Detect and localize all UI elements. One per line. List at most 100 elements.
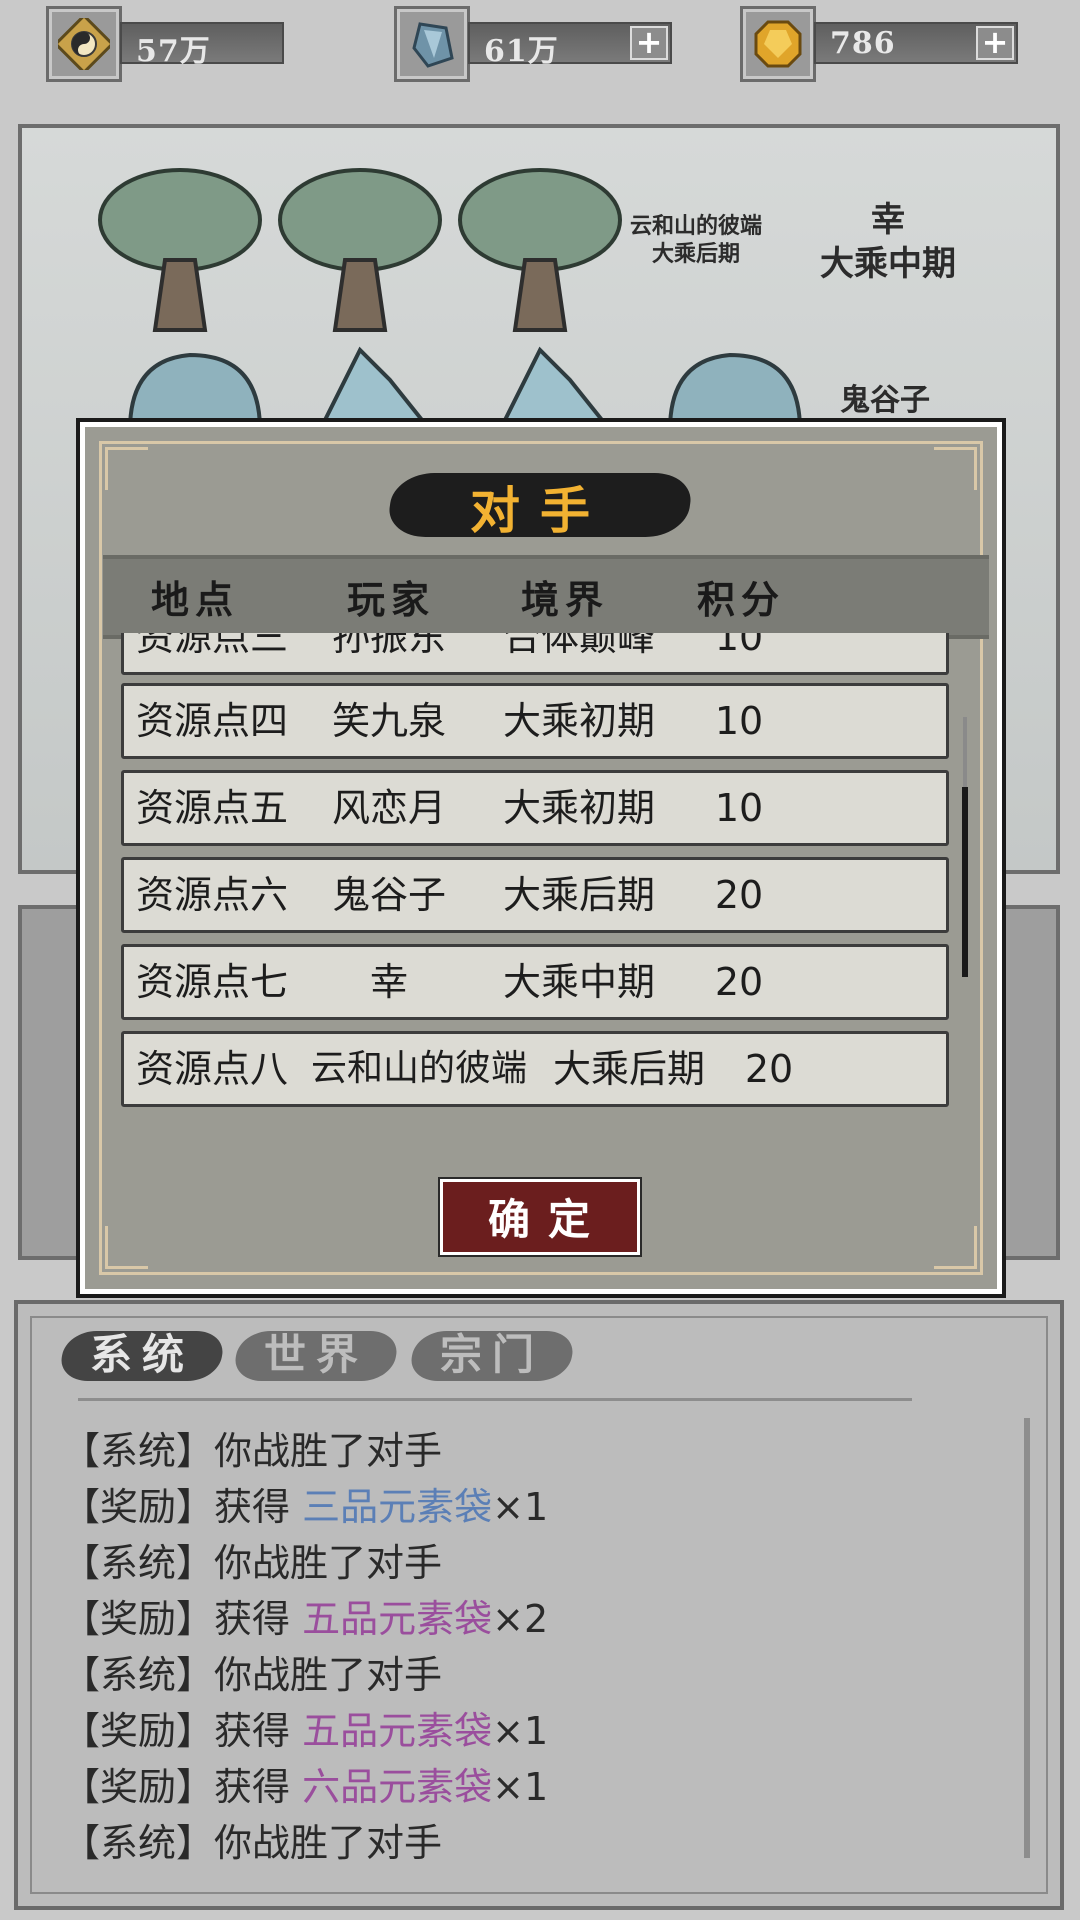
table-row[interactable]: 资源点六 鬼谷子 大乘后期 20 (121, 857, 949, 933)
tab-label: 系统 (89, 1330, 194, 1379)
chat-message-tag: 【系统】 (62, 1821, 215, 1865)
chat-reward-item[interactable]: 六品元素袋 (302, 1765, 492, 1809)
chat-reward-count: ×1 (492, 1765, 549, 1809)
chat-message: 【系统】你战胜了对手 (62, 1644, 442, 1699)
chat-message-tag: 【系统】 (62, 1653, 215, 1697)
chat-message-tag: 【奖励】 (62, 1765, 215, 1809)
column-header-score: 积分 (697, 577, 786, 622)
resource-crystal: 61万 + (394, 6, 674, 82)
cloud-rock-icon[interactable] (660, 340, 810, 430)
chat-message: 【系统】你战胜了对手 (62, 1420, 442, 1475)
tab-sect[interactable]: 宗门 (407, 1325, 577, 1385)
resource-coins: 57万 (46, 6, 286, 82)
row-realm: 大乘初期 (502, 786, 655, 830)
dialog-title: 对手 (385, 467, 695, 543)
corner-ornament (934, 1226, 977, 1269)
chat-message: 【奖励】获得 六品元素袋×1 (62, 1756, 548, 1811)
tab-label: 宗门 (439, 1330, 544, 1379)
crystal-rock-icon[interactable] (480, 340, 630, 430)
corner-ornament (105, 447, 148, 490)
resource-crystal-bar: 61万 + (468, 22, 672, 69)
chat-message-text: 获得 (214, 1485, 303, 1529)
column-header-realm: 境界 (521, 577, 610, 622)
chat-message-text: 你战胜了对手 (214, 1821, 443, 1865)
row-realm: 合体巅峰 (502, 633, 655, 659)
resource-gem: 786 + (740, 6, 1020, 82)
blue-crystal-icon (394, 6, 470, 82)
tree-icon[interactable] (455, 160, 625, 335)
row-score: 20 (714, 873, 764, 917)
row-location: 资源点五 (135, 786, 288, 830)
map-player-label[interactable]: 幸 大乘中期 (820, 198, 956, 286)
chat-reward-item[interactable]: 五品元素袋 (302, 1709, 492, 1753)
table-header: 地点 玩家 境界 积分 (103, 555, 989, 639)
table-row[interactable]: 资源点四 笑九泉 大乘初期 10 (121, 683, 949, 759)
column-header-location: 地点 (151, 577, 240, 622)
chat-message-text: 获得 (214, 1597, 303, 1641)
table-row[interactable]: 资源点七 幸 大乘中期 20 (121, 944, 949, 1020)
row-player: 笑九泉 (331, 699, 446, 743)
chat-scrollbar[interactable] (1024, 1418, 1030, 1858)
row-score: 10 (714, 786, 764, 830)
chat-divider (78, 1398, 912, 1401)
table-row[interactable]: 资源点八 云和山的彼端 大乘后期 20 (121, 1031, 949, 1107)
opponents-dialog: 对手 地点 玩家 境界 积分 资源点三 孙振东 合体巅峰 10 资源点四 笑九泉… (76, 418, 1006, 1298)
tree-icon[interactable] (95, 160, 265, 335)
chat-message-tag: 【奖励】 (62, 1597, 215, 1641)
chat-reward-count: ×1 (492, 1709, 549, 1753)
tree-icon[interactable] (275, 160, 445, 335)
confirm-button[interactable]: 确定 (438, 1177, 642, 1257)
chat-message-text: 获得 (214, 1765, 303, 1809)
row-location: 资源点六 (135, 873, 288, 917)
list-scrollbar-thumb[interactable] (962, 787, 968, 977)
row-realm: 大乘初期 (502, 699, 655, 743)
chat-message: 【系统】你战胜了对手 (62, 1532, 442, 1587)
row-player: 云和山的彼端 (310, 1048, 527, 1089)
chat-message: 【系统】你战胜了对手 (62, 1812, 442, 1867)
resource-crystal-value: 61万 (484, 34, 559, 69)
table-row[interactable]: 资源点三 孙振东 合体巅峰 10 (121, 633, 949, 675)
tab-world[interactable]: 世界 (231, 1325, 401, 1385)
row-score: 20 (714, 960, 764, 1004)
chat-message-tag: 【奖励】 (62, 1485, 215, 1529)
yin-yang-coin-icon (46, 6, 122, 82)
chat-message-text: 获得 (214, 1709, 303, 1753)
corner-ornament (105, 1226, 148, 1269)
resource-gem-bar: 786 + (814, 22, 1018, 64)
corner-ornament (934, 447, 977, 490)
row-realm: 大乘后期 (502, 873, 655, 917)
table-row[interactable]: 资源点五 风恋月 大乘初期 10 (121, 770, 949, 846)
row-realm: 大乘中期 (502, 960, 655, 1004)
gold-gem-icon (740, 6, 816, 82)
row-player: 孙振东 (331, 633, 446, 659)
map-player-realm: 大乘后期 (652, 241, 741, 267)
tab-label: 世界 (263, 1330, 368, 1379)
row-score: 10 (714, 699, 764, 743)
chat-message: 【奖励】获得 五品元素袋×1 (62, 1700, 548, 1755)
resource-coins-value: 57万 (136, 34, 211, 69)
row-score: 20 (744, 1047, 794, 1091)
row-player: 幸 (369, 960, 408, 1004)
row-player: 鬼谷子 (331, 873, 446, 917)
add-gem-button[interactable]: + (976, 26, 1014, 60)
opponent-list[interactable]: 资源点三 孙振东 合体巅峰 10 资源点四 笑九泉 大乘初期 10 资源点五 风… (121, 633, 955, 1133)
crystal-rock-icon[interactable] (300, 340, 450, 430)
chat-message-text: 你战胜了对手 (214, 1653, 443, 1697)
resource-coins-bar: 57万 (120, 22, 284, 69)
row-location: 资源点七 (135, 960, 288, 1004)
chat-message-tag: 【系统】 (62, 1541, 215, 1585)
map-player-name: 幸 (871, 200, 905, 240)
cloud-rock-icon[interactable] (120, 340, 270, 430)
chat-reward-item[interactable]: 五品元素袋 (302, 1597, 492, 1641)
map-player-label[interactable]: 云和山的彼端 大乘后期 (630, 212, 762, 268)
chat-message: 【奖励】获得 五品元素袋×2 (62, 1588, 548, 1643)
map-player-name: 鬼谷子 (840, 383, 930, 418)
add-crystal-button[interactable]: + (630, 26, 668, 60)
chat-message-text: 你战胜了对手 (214, 1429, 443, 1473)
map-player-label[interactable]: 鬼谷子 (840, 375, 930, 419)
map-player-realm: 大乘中期 (820, 244, 956, 284)
chat-message-tag: 【系统】 (62, 1429, 215, 1473)
tab-system[interactable]: 系统 (57, 1325, 227, 1385)
chat-reward-item[interactable]: 三品元素袋 (302, 1485, 492, 1529)
chat-reward-count: ×1 (492, 1485, 549, 1529)
